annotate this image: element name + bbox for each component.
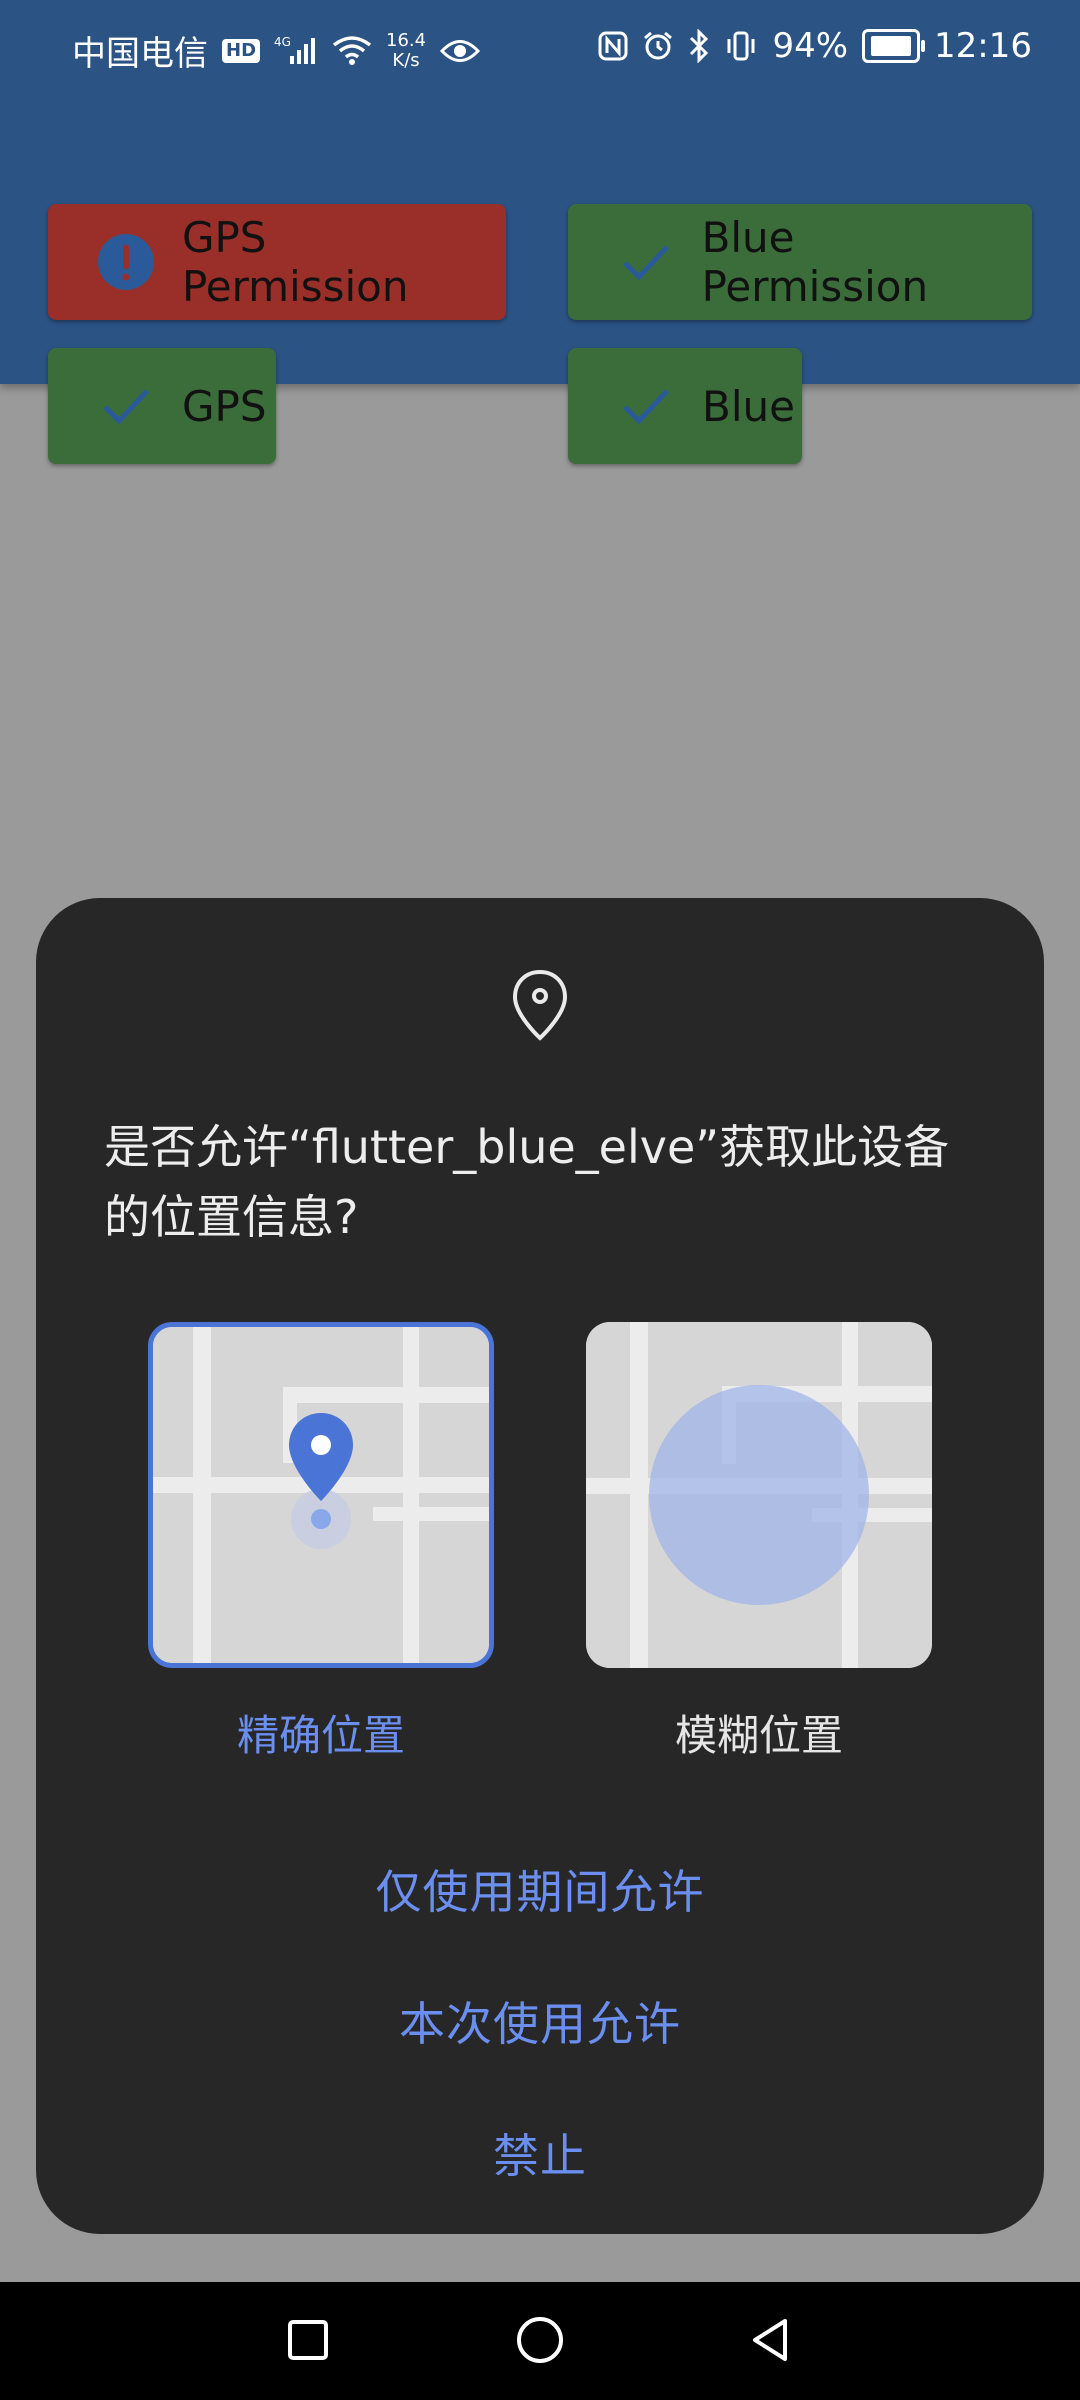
blue-permission-label: Blue Permission bbox=[701, 213, 929, 311]
app-header: GPS Permission Blue Permission GPS Blue bbox=[0, 100, 1080, 464]
hd-badge: HD bbox=[222, 38, 261, 63]
blue-permission-chip[interactable]: Blue Permission bbox=[568, 204, 1032, 320]
blue-chip[interactable]: Blue bbox=[568, 348, 802, 464]
allow-while-using-button[interactable]: 仅使用期间允许 bbox=[36, 1856, 1044, 1922]
net-speed-unit: K/s bbox=[392, 49, 420, 71]
precise-map-illustration bbox=[153, 1327, 489, 1663]
location-pin-icon bbox=[510, 968, 570, 1044]
eye-icon bbox=[440, 38, 481, 64]
approximate-location-option[interactable] bbox=[586, 1322, 932, 1668]
precise-location-label[interactable]: 精确位置 bbox=[148, 1702, 494, 1763]
gps-permission-label: GPS Permission bbox=[181, 213, 409, 311]
status-bar: 中国电信 HD 4G 16.4 K/s 94% 12:16 bbox=[0, 0, 1080, 100]
back-icon[interactable] bbox=[738, 2308, 802, 2372]
check-icon bbox=[616, 376, 676, 436]
exclamation-icon bbox=[96, 232, 156, 292]
status-left: 中国电信 HD 4G 16.4 K/s bbox=[72, 26, 481, 75]
clock: 12:16 bbox=[934, 26, 1032, 66]
net-speed: 16.4 K/s bbox=[386, 29, 427, 71]
gps-chip[interactable]: GPS bbox=[48, 348, 276, 464]
gps-permission-chip[interactable]: GPS Permission bbox=[48, 204, 506, 320]
precise-location-option[interactable] bbox=[148, 1322, 494, 1668]
signal-icon: 4G bbox=[274, 34, 318, 68]
battery-percent: 94% bbox=[772, 26, 849, 66]
net-speed-value: 16.4 bbox=[386, 29, 427, 51]
location-permission-dialog: 是否允许“flutter_blue_elve”获取此设备的位置信息? 精确位置 bbox=[36, 898, 1044, 2234]
dialog-question: 是否允许“flutter_blue_elve”获取此设备的位置信息? bbox=[104, 1120, 950, 1244]
svg-text:4G: 4G bbox=[274, 35, 291, 49]
gps-label: GPS bbox=[182, 381, 267, 431]
check-icon bbox=[96, 376, 156, 436]
bluetooth-icon bbox=[688, 29, 710, 63]
wifi-icon bbox=[332, 35, 372, 67]
approximate-location-label[interactable]: 模糊位置 bbox=[586, 1702, 932, 1763]
nfc-icon bbox=[598, 31, 628, 61]
alarm-icon bbox=[642, 30, 674, 62]
deny-button[interactable]: 禁止 bbox=[36, 2120, 1044, 2186]
check-icon bbox=[616, 232, 676, 292]
approximate-map-illustration bbox=[586, 1322, 932, 1668]
battery-icon bbox=[862, 29, 926, 63]
vibrate-icon bbox=[724, 30, 758, 62]
recents-icon[interactable] bbox=[276, 2308, 340, 2372]
blue-label: Blue bbox=[702, 381, 795, 431]
navigation-bar bbox=[0, 2282, 1080, 2400]
status-right: 94% 12:16 bbox=[598, 26, 1032, 66]
carrier-label: 中国电信 bbox=[72, 34, 208, 74]
home-icon[interactable] bbox=[508, 2308, 572, 2372]
allow-this-time-button[interactable]: 本次使用允许 bbox=[36, 1988, 1044, 2054]
